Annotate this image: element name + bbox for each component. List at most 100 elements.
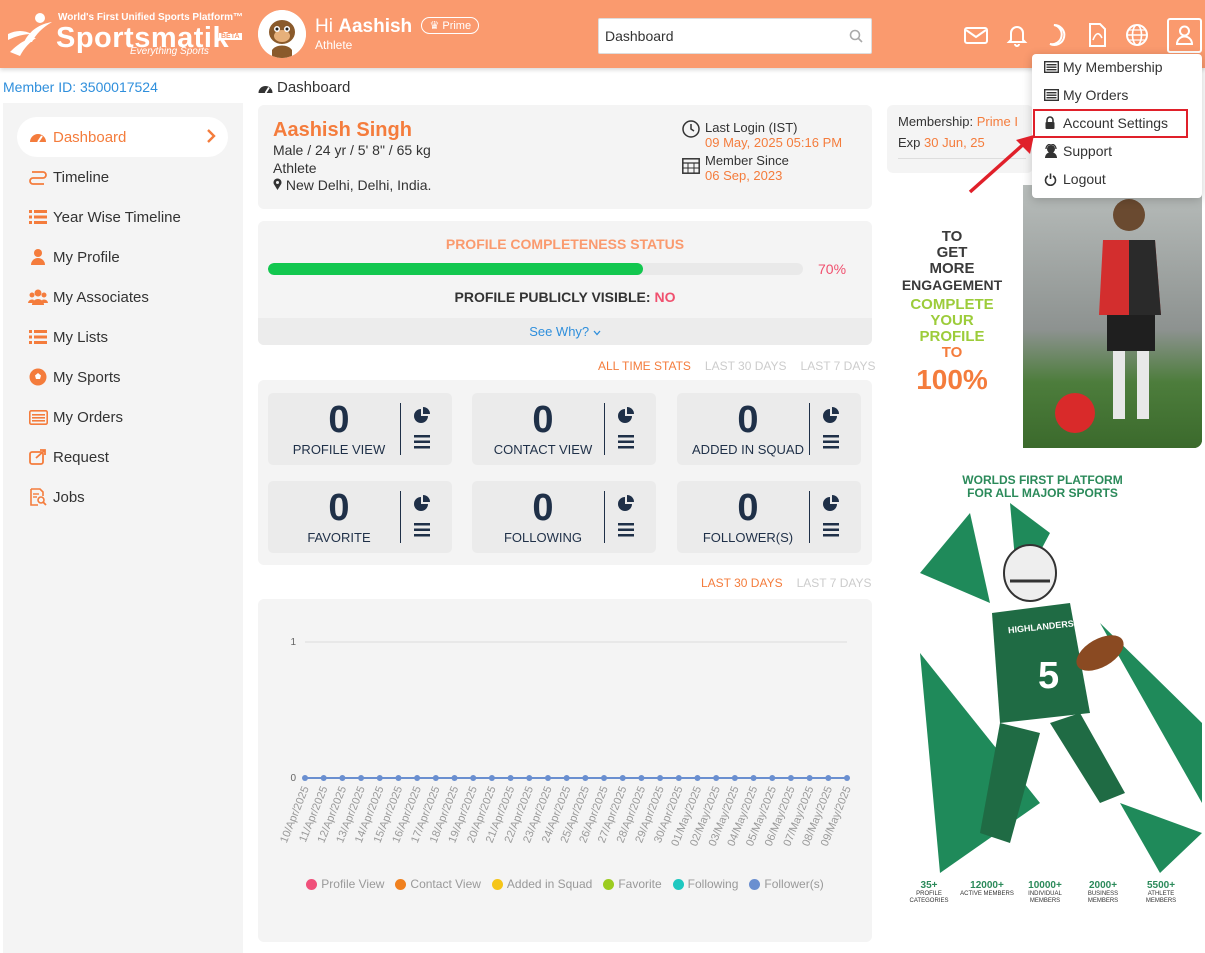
data-point[interactable] <box>601 775 608 781</box>
stat-following[interactable]: 0 FOLLOWING <box>472 481 656 553</box>
tab-chart-last-7-days[interactable]: LAST 7 DAYS <box>797 576 872 590</box>
data-point[interactable] <box>544 775 551 781</box>
list-view-icon[interactable] <box>618 435 634 449</box>
legend-item[interactable]: Follower(s) <box>749 877 824 891</box>
data-point[interactable] <box>638 775 645 781</box>
data-point[interactable] <box>657 775 664 781</box>
data-point[interactable] <box>432 775 439 781</box>
sidebar-item-timeline[interactable]: Timeline <box>17 157 228 197</box>
data-point[interactable] <box>376 775 383 781</box>
list-view-icon[interactable] <box>414 523 430 537</box>
sidebar-item-my-lists[interactable]: My Lists <box>17 317 228 357</box>
pie-chart-icon[interactable] <box>617 495 635 513</box>
pie-chart-icon[interactable] <box>413 407 431 425</box>
power-icon <box>1044 173 1057 186</box>
user-role: Athlete <box>315 38 353 52</box>
data-point[interactable] <box>414 775 421 781</box>
data-point[interactable] <box>395 775 402 781</box>
data-point[interactable] <box>339 775 346 781</box>
search-icon[interactable] <box>849 29 863 43</box>
platform-promo-banner[interactable]: WORLDS FIRST PLATFORM FOR ALL MAJOR SPOR… <box>900 468 1202 939</box>
sidebar-item-my-sports[interactable]: My Sports <box>17 357 228 397</box>
profile-name[interactable]: Aashish Singh <box>273 119 412 142</box>
data-point[interactable] <box>787 775 794 781</box>
sidebar-item-my-orders[interactable]: My Orders <box>17 397 228 437</box>
sidebar-item-label: Year Wise Timeline <box>53 208 181 226</box>
search-input[interactable] <box>599 19 839 53</box>
clock-icon <box>682 120 700 138</box>
list-view-icon[interactable] <box>823 435 839 449</box>
tab-all-time-stats[interactable]: ALL TIME STATS <box>598 359 691 373</box>
sidebar-item-request[interactable]: Request <box>17 437 228 477</box>
legend-item[interactable]: Following <box>672 877 738 891</box>
dark-mode-icon[interactable] <box>1044 22 1070 48</box>
data-point[interactable] <box>320 775 327 781</box>
stat-profile-view[interactable]: 0 PROFILE VIEW <box>268 393 452 465</box>
data-point[interactable] <box>507 775 514 781</box>
promo-stat-value: 2000+ <box>1088 880 1118 891</box>
account-settings-highlight <box>1033 109 1188 138</box>
data-point[interactable] <box>769 775 776 781</box>
stat-contact-view[interactable]: 0 CONTACT VIEW <box>472 393 656 465</box>
see-why-link[interactable]: See Why? <box>258 318 872 345</box>
sidebar-item-my-profile[interactable]: My Profile <box>17 237 228 277</box>
data-point[interactable] <box>844 775 850 781</box>
data-point[interactable] <box>694 775 701 781</box>
data-point[interactable] <box>302 775 308 781</box>
data-point[interactable] <box>488 775 495 781</box>
sidebar-item-my-associates[interactable]: My Associates <box>17 277 228 317</box>
list-view-icon[interactable] <box>414 435 430 449</box>
data-point[interactable] <box>713 775 720 781</box>
mail-icon[interactable] <box>963 22 989 48</box>
sportsmatik-logo[interactable]: World's First Unified Sports Platform™ S… <box>6 8 246 62</box>
sidebar-item-jobs[interactable]: Jobs <box>17 477 228 517</box>
pie-chart-icon[interactable] <box>822 407 840 425</box>
data-point[interactable] <box>675 775 682 781</box>
membership-value: Prime I <box>976 114 1018 129</box>
stat-followers[interactable]: 0 FOLLOWER(S) <box>677 481 861 553</box>
data-point[interactable] <box>806 775 813 781</box>
legend-item[interactable]: Contact View <box>395 877 481 891</box>
stat-label: FOLLOWER(S) <box>702 530 794 545</box>
user-greeting: Hi Aashish ♛ Prime <box>315 16 480 38</box>
promo-stat-value: 10000+ <box>1028 880 1062 891</box>
menu-item-logout[interactable]: Logout <box>1044 171 1106 187</box>
promo-stat-value: 35+ <box>920 880 938 891</box>
list-view-icon[interactable] <box>618 523 634 537</box>
data-point[interactable] <box>526 775 533 781</box>
data-point[interactable] <box>563 775 570 781</box>
list-view-icon[interactable] <box>823 523 839 537</box>
data-point[interactable] <box>731 775 738 781</box>
globe-icon[interactable] <box>1124 22 1150 48</box>
data-point[interactable] <box>470 775 477 781</box>
stat-favorite[interactable]: 0 FAVORITE <box>268 481 452 553</box>
bell-icon[interactable] <box>1004 22 1030 48</box>
tab-chart-last-30-days[interactable]: LAST 30 DAYS <box>701 576 783 590</box>
menu-item-support[interactable]: Support <box>1044 143 1112 159</box>
legend-item[interactable]: Favorite <box>603 877 662 891</box>
pie-chart-icon[interactable] <box>822 495 840 513</box>
legend-item[interactable]: Profile View <box>306 877 384 891</box>
tab-last-7-days[interactable]: LAST 7 DAYS <box>801 359 876 373</box>
pie-chart-icon[interactable] <box>617 407 635 425</box>
pie-chart-icon[interactable] <box>413 495 431 513</box>
tab-last-30-days[interactable]: LAST 30 DAYS <box>705 359 787 373</box>
menu-item-my-membership[interactable]: My Membership <box>1044 59 1163 75</box>
membership-line: Membership: Prime I <box>898 114 1018 129</box>
data-point[interactable] <box>582 775 589 781</box>
stat-added-in-squad[interactable]: 0 ADDED IN SQUAD <box>677 393 861 465</box>
data-point[interactable] <box>358 775 365 781</box>
sidebar-item-dashboard[interactable]: Dashboard <box>17 117 228 157</box>
promo-stat-value: 12000+ <box>970 880 1004 891</box>
sidebar-item-year-wise-timeline[interactable]: Year Wise Timeline <box>17 197 228 237</box>
avatar[interactable] <box>258 10 306 58</box>
data-point[interactable] <box>750 775 757 781</box>
legend-item[interactable]: Added in Squad <box>491 877 592 891</box>
data-point[interactable] <box>825 775 832 781</box>
user-menu-button[interactable] <box>1167 18 1202 53</box>
complete-profile-banner[interactable]: TO GET MORE ENGAGEMENT COMPLETE YOUR PRO… <box>888 185 1202 448</box>
data-point[interactable] <box>619 775 626 781</box>
data-point[interactable] <box>451 775 458 781</box>
menu-item-my-orders[interactable]: My Orders <box>1044 87 1128 103</box>
pdf-file-icon[interactable] <box>1084 22 1110 48</box>
